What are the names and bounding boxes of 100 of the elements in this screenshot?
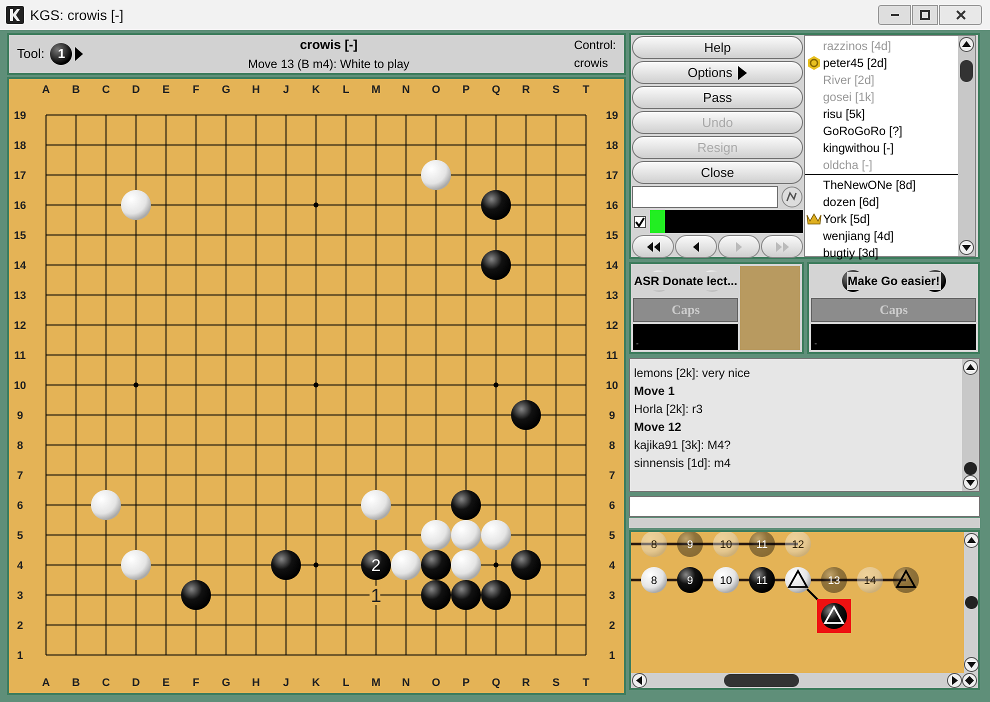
tree-node[interactable] [641, 567, 667, 593]
control-value: crowis [574, 55, 608, 72]
scroll-down-icon[interactable] [963, 475, 978, 490]
back-button[interactable] [675, 235, 717, 258]
app-logo-icon [6, 6, 24, 24]
stone[interactable] [361, 550, 391, 580]
tree-node[interactable] [785, 567, 811, 593]
stone[interactable] [421, 550, 451, 580]
user-name[interactable]: wenjiang [4d] [823, 230, 894, 242]
row-label: 10 [14, 380, 26, 392]
scroll-up-icon[interactable] [964, 533, 979, 548]
scrollbar[interactable] [964, 532, 979, 673]
row-label: 4 [608, 560, 616, 572]
scroll-down-icon[interactable] [964, 657, 979, 672]
stone[interactable] [481, 190, 511, 220]
button[interactable]: Pass [632, 86, 803, 109]
chat-input[interactable] [629, 496, 980, 517]
tree-node[interactable] [713, 532, 739, 557]
scroll-thumb[interactable] [965, 596, 978, 609]
row-label: 12 [606, 320, 618, 332]
tool-stone[interactable]: 1 [50, 43, 72, 65]
row-label: 1 [608, 650, 616, 662]
column-label: O [432, 677, 440, 689]
move-number: 11 [756, 575, 768, 587]
pen-icon[interactable] [781, 186, 803, 208]
stone[interactable] [421, 580, 451, 610]
text-field[interactable] [632, 186, 778, 208]
stone[interactable] [181, 580, 211, 610]
tree-node[interactable] [677, 532, 703, 557]
scroll-thumb[interactable] [964, 462, 977, 475]
move-number: 10 [720, 539, 732, 551]
column-label: K [312, 84, 320, 96]
row-label: 5 [608, 530, 616, 542]
user-name[interactable]: kingwithou [-] [823, 142, 894, 154]
column-label: F [192, 677, 200, 689]
diamond-icon[interactable] [962, 673, 977, 688]
user-name[interactable]: York [5d] [823, 212, 870, 224]
scrollbar[interactable] [958, 36, 975, 256]
game-tree[interactable]: 8 9 10 11 12 8 9 10 11 13 14 [631, 532, 964, 673]
button[interactable]: Help [632, 36, 803, 59]
triangle-right-icon[interactable] [75, 47, 84, 61]
scroll-up-icon[interactable] [963, 360, 978, 375]
user-name[interactable]: bugtiy [3d] [823, 246, 878, 258]
first-button[interactable] [632, 235, 674, 258]
stone[interactable] [511, 400, 541, 430]
column-label: L [342, 84, 350, 96]
user-name[interactable]: dozen [6d] [823, 196, 880, 208]
scrollbar[interactable] [962, 359, 979, 491]
maximize-button[interactable] [912, 5, 938, 25]
chat-message: lemons [2k]: very nice [634, 365, 752, 381]
stone[interactable] [451, 580, 481, 610]
user-name[interactable]: peter45 [2d] [823, 56, 888, 68]
user-name[interactable]: TheNewONe [8d] [823, 178, 916, 190]
stone[interactable] [481, 580, 511, 610]
scrollbar[interactable] [631, 673, 978, 688]
tree-node[interactable] [641, 532, 667, 557]
stone[interactable] [481, 250, 511, 280]
user-name[interactable]: risu [5k] [823, 108, 866, 120]
move-number: 9 [686, 575, 694, 587]
forward-icon [736, 242, 742, 252]
row-label: 18 [14, 140, 26, 152]
scroll-left-icon[interactable] [632, 673, 647, 688]
window-title: KGS: crowis [-] [30, 6, 124, 25]
column-label: O [432, 84, 440, 96]
check-icon [635, 216, 645, 226]
tree-node[interactable] [749, 532, 775, 557]
tree-node[interactable] [857, 567, 883, 593]
tree-node[interactable] [821, 567, 847, 593]
move-heading: Move 12 [634, 419, 682, 435]
checkbox[interactable] [634, 216, 646, 228]
row-label: 2 [16, 620, 24, 632]
row-label: 8 [16, 440, 24, 452]
move-heading: Move 1 [634, 383, 676, 399]
scroll-down-icon[interactable] [959, 240, 974, 255]
player-name: Make Go easier! [846, 272, 941, 290]
user-name[interactable]: GoRoGoRo [?] [823, 124, 902, 136]
stone[interactable] [511, 550, 541, 580]
row-label: 9 [608, 410, 616, 422]
stone[interactable] [271, 550, 301, 580]
row-label: 9 [16, 410, 24, 422]
column-label: M [371, 84, 381, 96]
row-label: 14 [606, 260, 618, 272]
scroll-thumb[interactable] [724, 674, 799, 687]
column-label: C [102, 677, 110, 689]
tree-node[interactable] [749, 567, 775, 593]
stone[interactable] [451, 490, 481, 520]
close-button[interactable] [939, 5, 982, 25]
row-label: 19 [14, 110, 26, 122]
tree-node[interactable] [893, 567, 919, 593]
scroll-up-icon[interactable] [959, 37, 974, 52]
button[interactable]: Close [632, 161, 803, 184]
button[interactable]: Options [632, 61, 803, 84]
scroll-thumb[interactable] [960, 60, 973, 82]
column-label: R [522, 677, 530, 689]
scroll-right-icon[interactable] [947, 673, 962, 688]
tree-node[interactable] [713, 567, 739, 593]
tree-node[interactable] [677, 567, 703, 593]
minimize-button[interactable] [878, 5, 911, 25]
tree-node[interactable] [785, 532, 811, 557]
row-label: 7 [16, 470, 24, 482]
